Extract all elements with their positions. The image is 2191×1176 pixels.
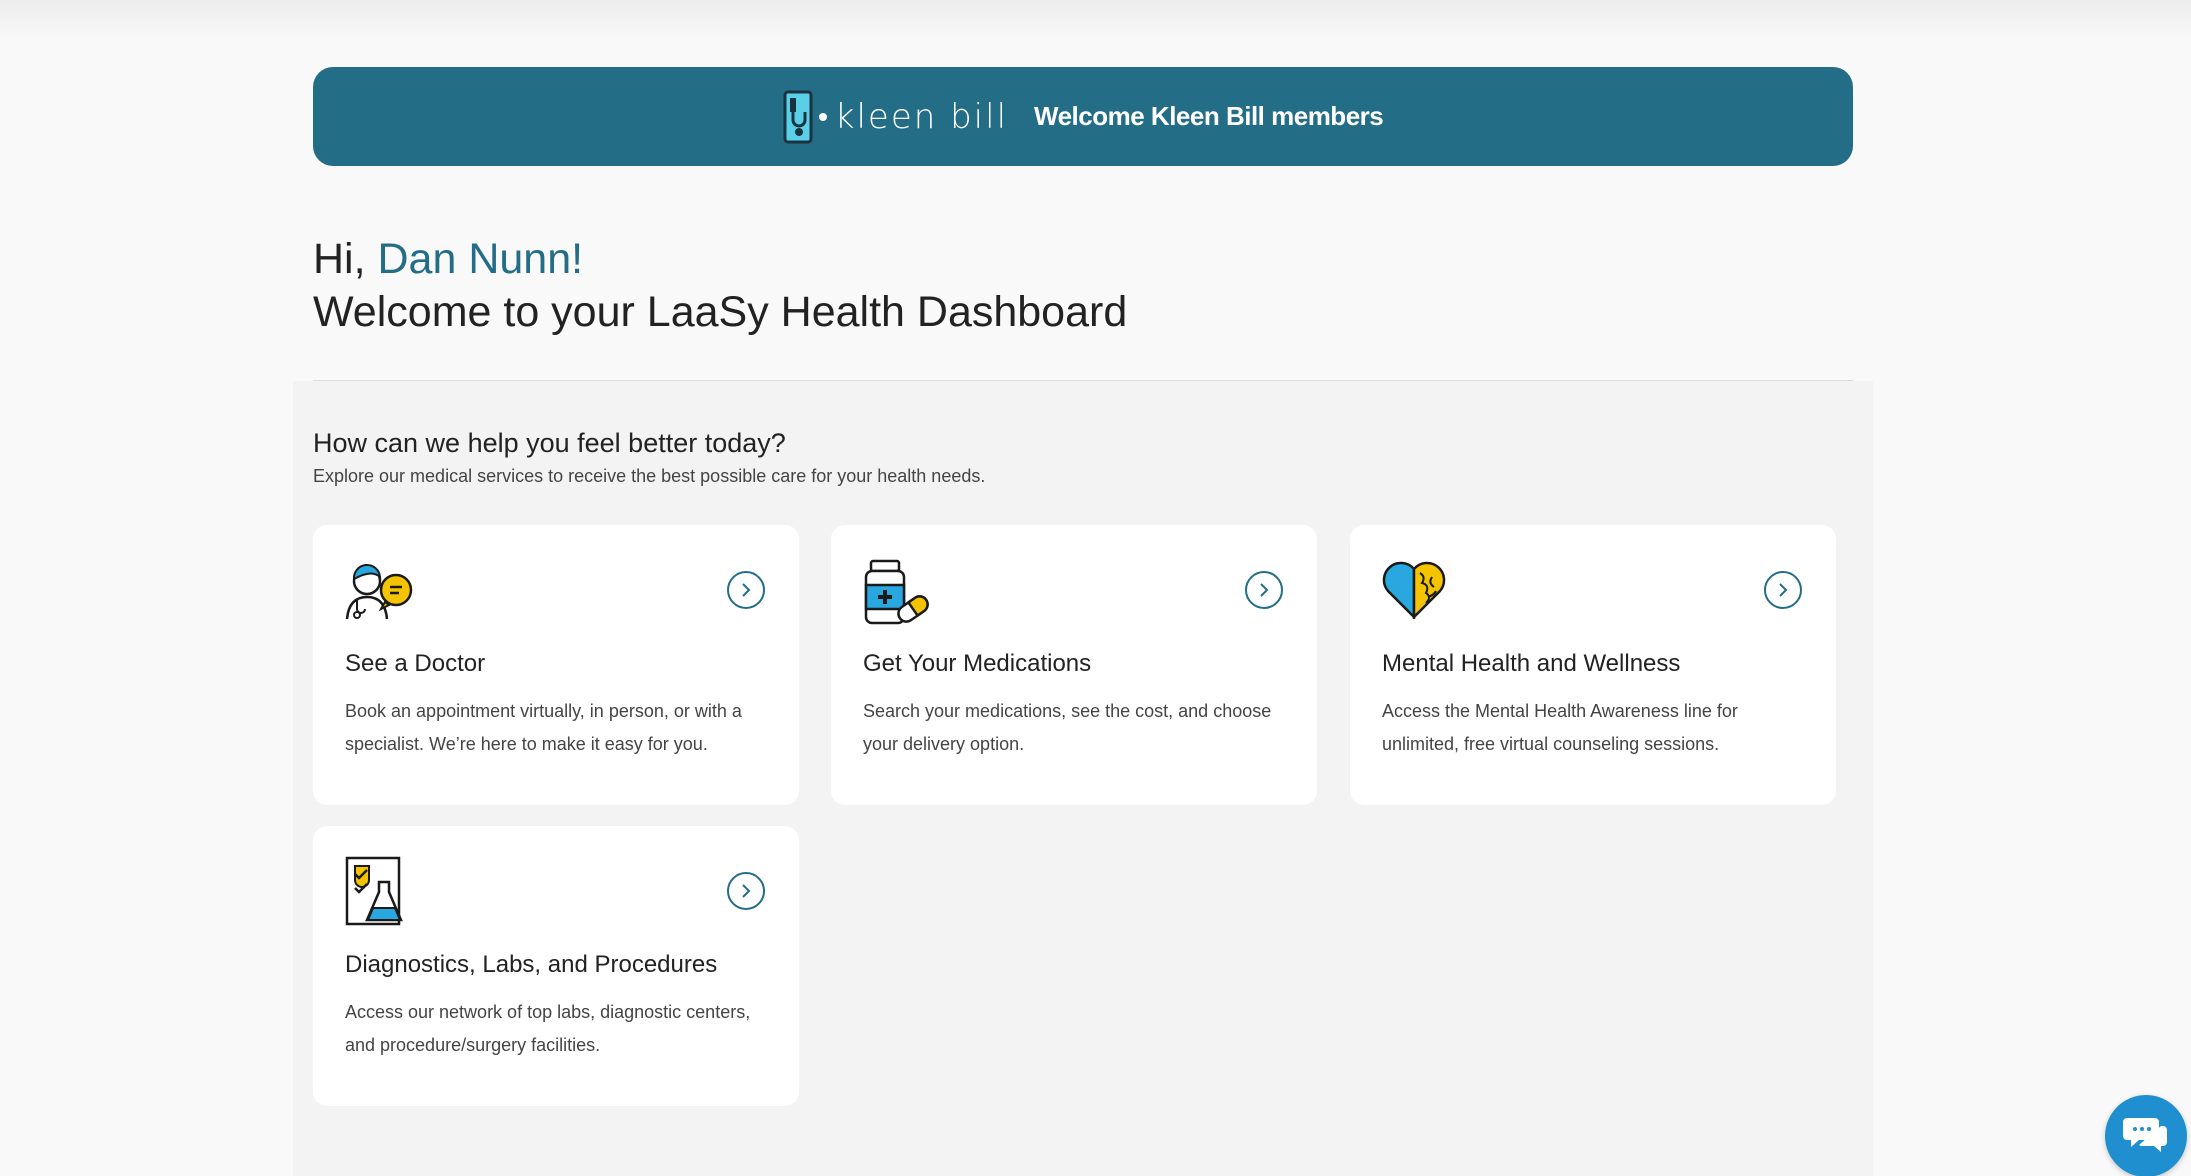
service-card-mental-health[interactable]: Mental Health and Wellness Access the Me… (1350, 525, 1836, 805)
medication-icon (863, 559, 929, 630)
brand: kleen bill (783, 90, 1008, 144)
chat-button[interactable] (2105, 1095, 2187, 1176)
chevron-right-icon[interactable] (1764, 571, 1802, 609)
heart-brain-icon (1382, 559, 1446, 624)
card-title: Mental Health and Wellness (1382, 650, 1681, 677)
main-container: kleen bill Welcome Kleen Bill members Hi… (293, 0, 1873, 1176)
card-title: Get Your Medications (863, 650, 1092, 677)
banner-welcome-text: Welcome Kleen Bill members (1034, 101, 1384, 131)
doctor-icon (345, 559, 413, 626)
user-name: Dan Nunn! (377, 235, 584, 283)
chat-bubble-icon (2123, 1114, 2169, 1159)
greeting-prefix: Hi, (313, 235, 378, 283)
card-description: Search your medications, see the cost, a… (863, 701, 1272, 754)
lab-icon (345, 856, 405, 933)
kleen-bill-logo-icon (783, 90, 813, 144)
card-description: Book an appointment virtually, in person… (345, 701, 742, 754)
brand-name: kleen bill (834, 96, 1009, 137)
service-card-see-a-doctor[interactable]: See a Doctor Book an appointment virtual… (313, 525, 799, 805)
services-title: How can we help you feel better today? (313, 428, 786, 458)
card-title: See a Doctor (345, 650, 486, 677)
chevron-right-icon[interactable] (1245, 571, 1283, 609)
services-subtitle: Explore our medical services to receive … (313, 466, 986, 486)
card-description: Access the Mental Health Awareness line … (1382, 701, 1738, 754)
dashboard-title: Welcome to your LaaSy Health Dashboard (313, 288, 1128, 336)
card-title: Diagnostics, Labs, and Procedures (345, 951, 718, 978)
chevron-right-icon[interactable] (727, 872, 765, 910)
service-card-diagnostics[interactable]: Diagnostics, Labs, and Procedures Access… (313, 826, 799, 1106)
greeting: Hi, Dan Nunn! (313, 232, 583, 286)
brand-dot (818, 112, 827, 121)
service-card-get-your-medications[interactable]: Get Your Medications Search your medicat… (831, 525, 1317, 805)
chevron-right-icon[interactable] (727, 571, 765, 609)
card-description: Access our network of top labs, diagnost… (345, 1002, 751, 1055)
welcome-banner: kleen bill Welcome Kleen Bill members (313, 67, 1853, 166)
